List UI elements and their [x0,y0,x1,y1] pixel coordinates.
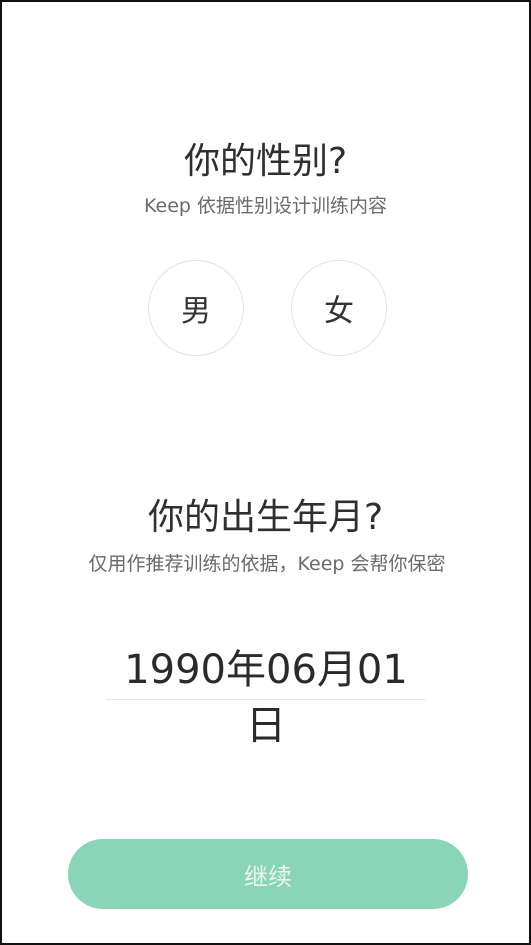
male-option-button[interactable]: 男 [148,260,244,356]
birth-title: 你的出生年月? [147,497,384,538]
birth-date-picker[interactable]: 1990年06月01日 [106,642,426,749]
app-screen: 你的性别? Keep 依据性别设计训练内容 男 女 你的出生年月? 仅用作推荐训… [0,0,531,945]
gender-options: 男 女 [2,260,529,360]
gender-subtitle: Keep 依据性别设计训练内容 [144,195,387,217]
continue-button[interactable]: 继续 [68,839,468,909]
gender-title: 你的性别? [183,141,348,182]
birth-subtitle: 仅用作推荐训练的依据，Keep 会帮你保密 [88,553,446,575]
female-option-button[interactable]: 女 [291,260,387,356]
